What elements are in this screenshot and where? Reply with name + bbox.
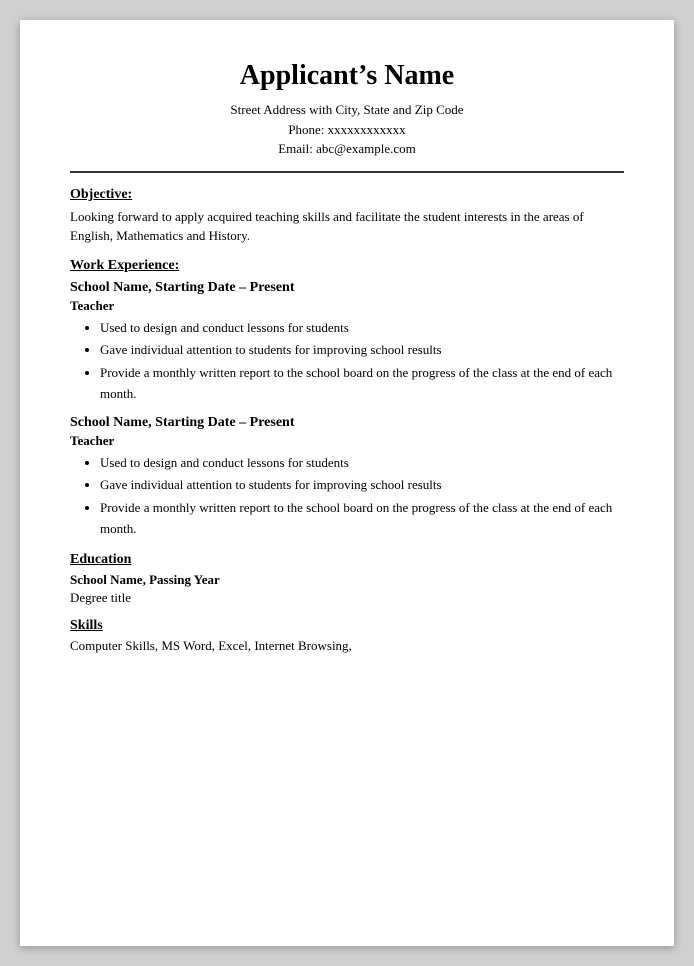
education-section: Education School Name, Passing Year Degr… (70, 552, 624, 606)
education-title: Education (70, 552, 624, 568)
work-experience-title: Work Experience: (70, 258, 624, 274)
objective-body: Looking forward to apply acquired teachi… (70, 207, 624, 246)
job1-bullet-list: Used to design and conduct lessons for s… (100, 318, 624, 405)
resume-page: Applicant’s Name Street Address with Cit… (20, 20, 674, 946)
job1-bullet-1: Used to design and conduct lessons for s… (100, 318, 624, 339)
job1-role: Teacher (70, 298, 624, 314)
job2-bullet-list: Used to design and conduct lessons for s… (100, 453, 624, 540)
header-email: Email: abc@example.com (70, 139, 624, 159)
job2-bullet-3: Provide a monthly written report to the … (100, 498, 624, 540)
skills-title: Skills (70, 618, 624, 634)
job2-bullet-2: Gave individual attention to students fo… (100, 475, 624, 496)
objective-title: Objective: (70, 187, 624, 203)
job1-school-date: School Name, Starting Date – Present (70, 280, 624, 296)
header-address: Street Address with City, State and Zip … (70, 100, 624, 120)
job2-bullet-1: Used to design and conduct lessons for s… (100, 453, 624, 474)
job2-role: Teacher (70, 433, 624, 449)
objective-section: Objective: Looking forward to apply acqu… (70, 187, 624, 246)
applicant-name: Applicant’s Name (70, 60, 624, 92)
skills-section: Skills Computer Skills, MS Word, Excel, … (70, 618, 624, 654)
skills-body: Computer Skills, MS Word, Excel, Interne… (70, 638, 624, 654)
work-experience-section: Work Experience: School Name, Starting D… (70, 258, 624, 540)
job1-bullet-3: Provide a monthly written report to the … (100, 363, 624, 405)
header-phone: Phone: xxxxxxxxxxxx (70, 120, 624, 140)
education-school: School Name, Passing Year (70, 572, 624, 588)
job2-school-date: School Name, Starting Date – Present (70, 415, 624, 431)
resume-header: Applicant’s Name Street Address with Cit… (70, 60, 624, 159)
education-degree: Degree title (70, 590, 624, 606)
header-divider (70, 171, 624, 173)
job1-bullet-2: Gave individual attention to students fo… (100, 340, 624, 361)
